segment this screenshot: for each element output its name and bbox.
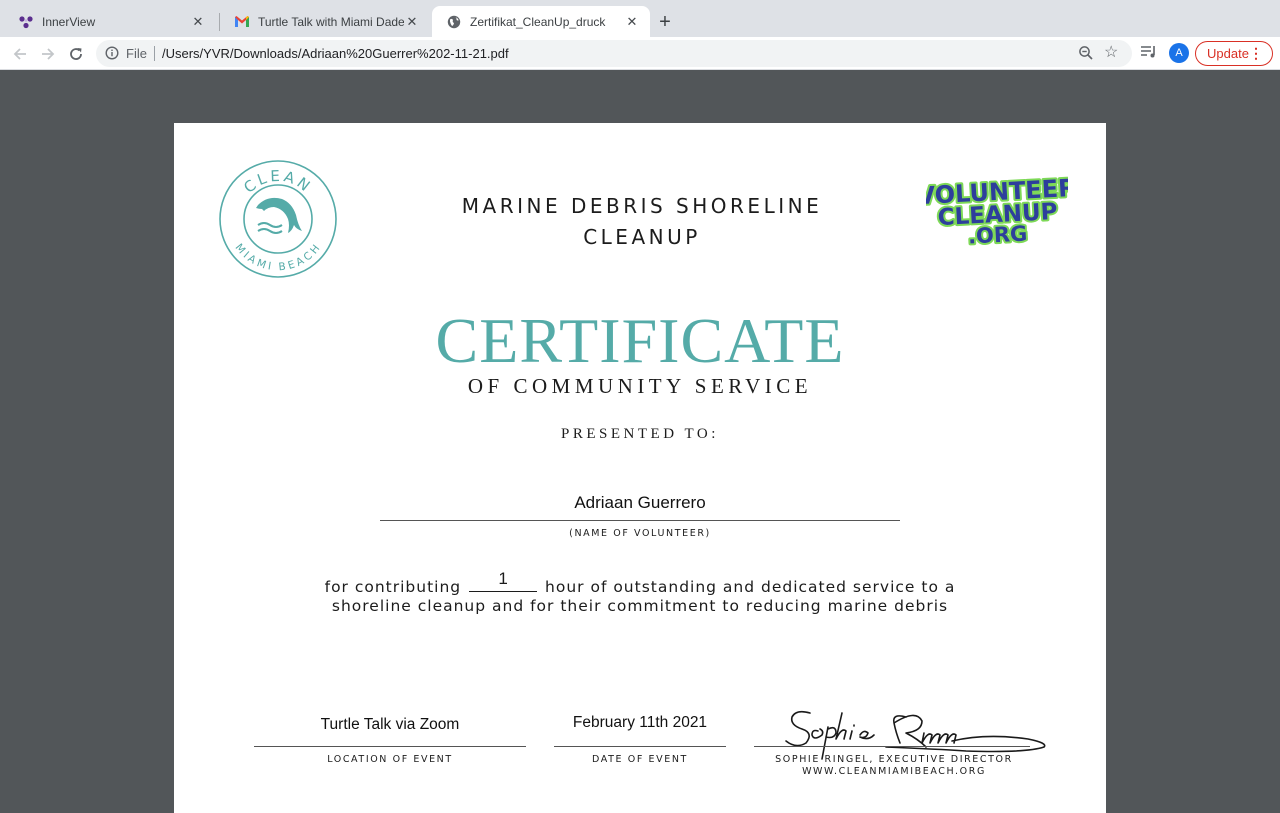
hours-value: 1	[498, 569, 508, 588]
logo-top-text: CLEAN	[240, 167, 313, 197]
reload-icon[interactable]	[66, 44, 86, 64]
logo-bottom-text: MIAMI BEACH	[233, 241, 322, 273]
new-tab-button[interactable]: +	[654, 12, 676, 34]
browser-toolbar: File /Users/YVR/Downloads/Adriaan%20Guer…	[0, 37, 1280, 70]
service-statement: for contributing 1 hour of outstanding a…	[274, 569, 1006, 616]
tab-strip: InnerView ✕ Turtle Talk with Miami Dade …	[0, 0, 1280, 37]
tab-title: InnerView	[42, 14, 96, 29]
service-line1: for contributing 1 hour of outstanding a…	[274, 569, 1006, 597]
service-line2: shoreline cleanup and for their commitme…	[331, 597, 949, 615]
close-icon[interactable]: ✕	[404, 14, 420, 30]
profile-avatar[interactable]: A	[1169, 43, 1189, 63]
certificate-title: CERTIFICATE	[435, 305, 845, 376]
close-icon[interactable]: ✕	[190, 14, 206, 30]
info-icon[interactable]	[105, 46, 119, 65]
event-title: MARINE DEBRIS SHORELINE CLEANUP	[384, 191, 900, 253]
volunteer-name: Adriaan Guerrero	[574, 493, 706, 512]
tab-title: Zertifikat_CleanUp_druck	[470, 14, 606, 29]
website-text: WWW.CLEANMIAMIBEACH.ORG	[802, 766, 986, 777]
gmail-icon	[234, 14, 250, 30]
update-button[interactable]: Update ⋮	[1195, 41, 1273, 66]
service-prefix: for contributing	[324, 578, 462, 596]
event-title-line1: MARINE DEBRIS SHORELINE	[461, 194, 823, 218]
hours-blank: 1	[469, 569, 538, 592]
menu-dots-icon[interactable]: ⋮	[1249, 45, 1263, 61]
url-scheme-label: File	[126, 46, 147, 61]
signature-underline	[754, 746, 1030, 747]
address-bar[interactable]: File /Users/YVR/Downloads/Adriaan%20Guer…	[96, 40, 1132, 67]
location-caption: LOCATION OF EVENT	[327, 754, 453, 765]
presented-to-label: PRESENTED TO:	[561, 426, 719, 442]
signer-caption: SOPHIE RINGEL, EXECUTIVE DIRECTOR WWW.CL…	[754, 754, 1034, 778]
back-icon[interactable]	[10, 44, 30, 64]
service-suffix: hour of outstanding and dedicated servic…	[545, 578, 956, 596]
forward-icon[interactable]	[38, 44, 58, 64]
globe-icon	[446, 14, 462, 30]
name-underline	[380, 520, 900, 521]
date-caption: DATE OF EVENT	[592, 754, 688, 765]
url-divider	[154, 46, 155, 61]
svg-text:CLEAN: CLEAN	[240, 167, 316, 197]
date-underline	[554, 746, 726, 747]
signer-name-title: SOPHIE RINGEL, EXECUTIVE DIRECTOR	[775, 754, 1013, 765]
name-caption: (NAME OF VOLUNTEER)	[569, 528, 711, 539]
bookmark-star-icon[interactable]: ☆	[1104, 44, 1118, 62]
location-underline	[254, 746, 526, 747]
innerview-icon	[18, 14, 34, 30]
tab-innerview[interactable]: InnerView ✕	[4, 6, 216, 37]
svg-text:MIAMI BEACH: MIAMI BEACH	[233, 241, 324, 273]
tab-turtle-talk[interactable]: Turtle Talk with Miami Dade Se ✕	[220, 6, 430, 37]
pdf-page: CLEAN MIAMI BEACH VOLUNTEER CLEANUP .ORG…	[174, 123, 1106, 813]
event-location: Turtle Talk via Zoom	[320, 716, 460, 733]
tab-title: Turtle Talk with Miami Dade Se	[258, 14, 404, 29]
media-control-icon[interactable]	[1140, 44, 1158, 65]
tab-zertifikat[interactable]: Zertifikat_CleanUp_druck ✕	[432, 6, 650, 37]
close-icon[interactable]: ✕	[624, 14, 640, 30]
clean-miami-beach-logo: CLEAN MIAMI BEACH	[219, 160, 337, 278]
event-date: February 11th 2021	[572, 714, 708, 731]
zoom-icon[interactable]	[1078, 45, 1094, 66]
update-label: Update	[1207, 46, 1249, 61]
logo-line-org: .ORG	[967, 221, 1027, 248]
url-text[interactable]: /Users/YVR/Downloads/Adriaan%20Guerrer%2…	[162, 46, 509, 61]
certificate-subtitle: OF COMMUNITY SERVICE	[467, 374, 813, 398]
volunteer-cleanup-logo: VOLUNTEER CLEANUP .ORG	[926, 175, 1068, 251]
event-title-line2: CLEANUP	[583, 225, 701, 249]
